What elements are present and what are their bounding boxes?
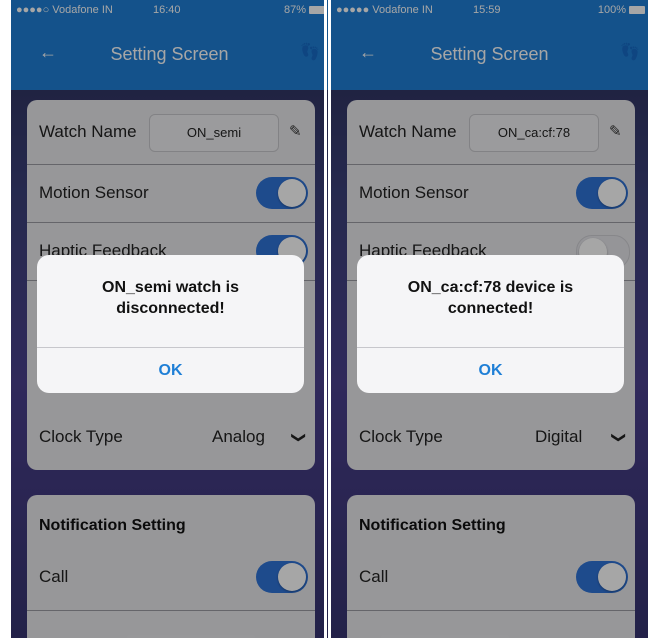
dialog-message: ON_ca:cf:78 device is connected! <box>407 279 574 317</box>
screen-divider <box>324 0 327 638</box>
ok-button[interactable]: OK <box>357 348 624 393</box>
ok-button[interactable]: OK <box>37 348 304 393</box>
phone-screen-right: ●●●●● Vodafone IN 15:59 100% ← Setting S… <box>331 0 648 638</box>
alert-dialog: ON_ca:cf:78 device is connected! OK <box>357 255 624 393</box>
alert-dialog: ON_semi watch is disconnected! OK <box>37 255 304 393</box>
dialog-message: ON_semi watch is disconnected! <box>102 279 239 317</box>
phone-screen-left: ●●●●○ Vodafone IN 16:40 87% ← Setting Sc… <box>11 0 328 638</box>
